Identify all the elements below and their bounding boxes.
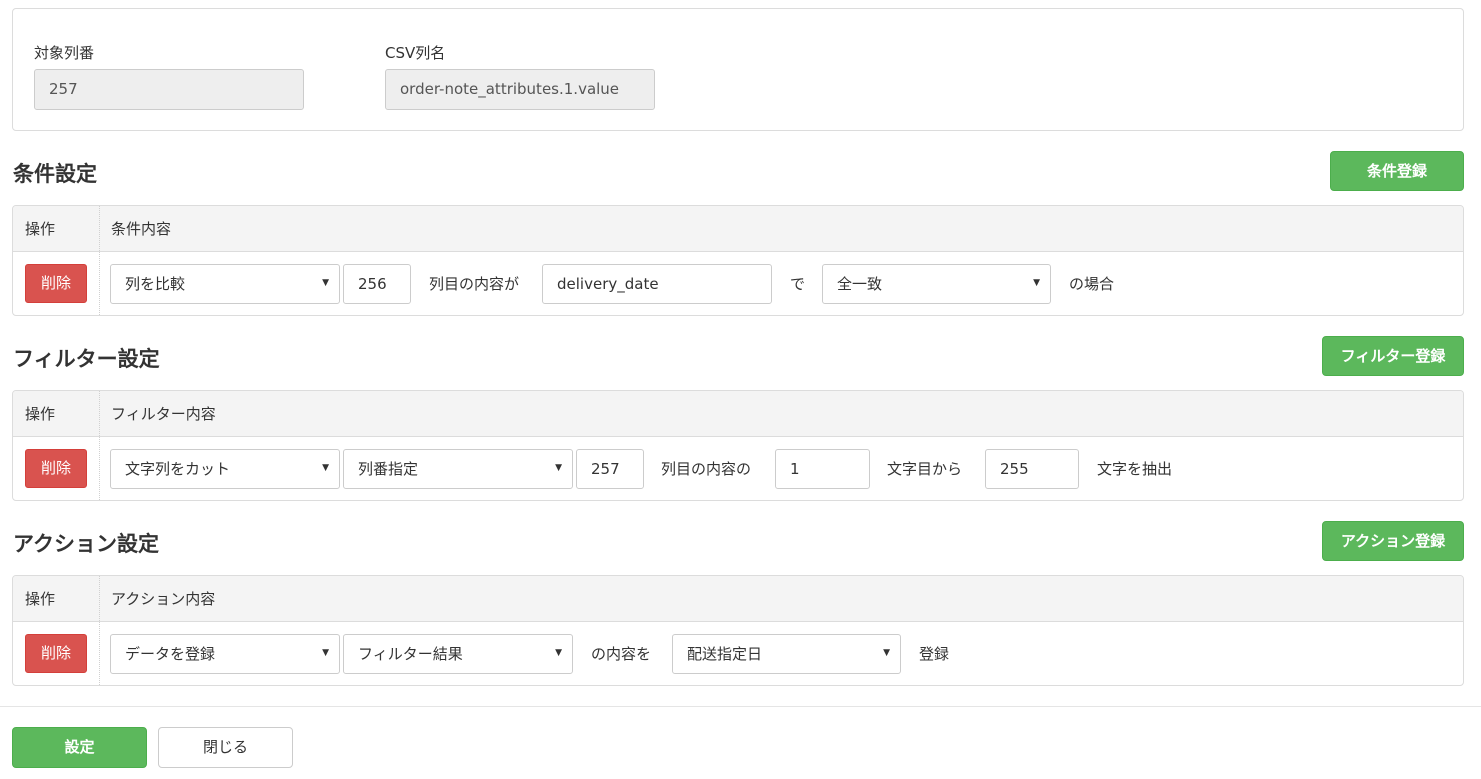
condition-value-input[interactable]: delivery_date [542, 264, 772, 304]
csv-column-label: CSV列名 [385, 44, 446, 62]
condition-text-de: で [790, 275, 806, 293]
header-operation: 操作 [25, 220, 56, 238]
column-divider [99, 206, 100, 315]
filter-type-value: 文字列をカット [125, 460, 231, 478]
filter-start-input[interactable]: 1 [775, 449, 870, 489]
action-type-select[interactable]: データを登録 ▼ [110, 634, 340, 674]
action-type-value: データを登録 [125, 645, 216, 663]
conditions-section-title: 条件設定 [13, 162, 97, 186]
action-source-select[interactable]: フィルター結果 ▼ [343, 634, 573, 674]
filter-type-select[interactable]: 文字列をカット ▼ [110, 449, 340, 489]
action-target-select[interactable]: 配送指定日 ▼ [672, 634, 901, 674]
conditions-table: 操作 条件内容 削除 列を比較 ▼ 256 列目の内容が delivery_da… [12, 205, 1464, 316]
condition-match-select[interactable]: 全一致 ▼ [822, 264, 1051, 304]
delete-condition-button[interactable]: 削除 [25, 264, 87, 303]
condition-text-column: 列目の内容が [429, 275, 520, 293]
filter-length-input[interactable]: 255 [985, 449, 1079, 489]
caret-down-icon: ▼ [883, 648, 890, 658]
filter-mode-value: 列番指定 [358, 460, 419, 478]
caret-down-icon: ▼ [322, 278, 329, 288]
register-condition-button[interactable]: 条件登録 [1330, 151, 1464, 191]
action-text-register: 登録 [919, 645, 950, 663]
header-condition-content: 条件内容 [111, 220, 172, 238]
header-action-content: アクション内容 [111, 590, 216, 608]
actions-table: 操作 アクション内容 削除 データを登録 ▼ フィルター結果 ▼ の内容を 配送… [12, 575, 1464, 686]
condition-match-value: 全一致 [837, 275, 883, 293]
caret-down-icon: ▼ [1033, 278, 1040, 288]
register-filter-button[interactable]: フィルター登録 [1322, 336, 1464, 376]
caret-down-icon: ▼ [555, 463, 562, 473]
register-action-button[interactable]: アクション登録 [1322, 521, 1464, 561]
actions-section-title: アクション設定 [13, 532, 159, 556]
condition-type-value: 列を比較 [125, 275, 186, 293]
filter-text-column: 列目の内容の [661, 460, 752, 478]
caret-down-icon: ▼ [555, 648, 562, 658]
actions-table-header: 操作 アクション内容 [13, 576, 1463, 622]
delete-action-button[interactable]: 削除 [25, 634, 87, 673]
condition-text-suffix: の場合 [1069, 275, 1115, 293]
filter-text-extract: 文字を抽出 [1097, 460, 1173, 478]
condition-type-select[interactable]: 列を比較 ▼ [110, 264, 340, 304]
column-divider [99, 576, 100, 685]
footer-divider [0, 706, 1481, 707]
condition-column-input[interactable]: 256 [343, 264, 411, 304]
delete-filter-button[interactable]: 削除 [25, 449, 87, 488]
action-text-content: の内容を [591, 645, 652, 663]
filters-table: 操作 フィルター内容 削除 文字列をカット ▼ 列番指定 ▼ 257 列目の内容… [12, 390, 1464, 501]
header-filter-content: フィルター内容 [111, 405, 216, 423]
conditions-table-header: 操作 条件内容 [13, 206, 1463, 252]
filters-section-title: フィルター設定 [13, 347, 160, 371]
column-number-label: 対象列番 [34, 44, 95, 62]
filter-mode-select[interactable]: 列番指定 ▼ [343, 449, 573, 489]
filter-column-input[interactable]: 257 [576, 449, 644, 489]
header-operation: 操作 [25, 590, 56, 608]
header-operation: 操作 [25, 405, 56, 423]
action-source-value: フィルター結果 [358, 645, 463, 663]
column-divider [99, 391, 100, 500]
submit-button[interactable]: 設定 [12, 727, 147, 768]
action-target-value: 配送指定日 [687, 645, 763, 663]
close-button[interactable]: 閉じる [158, 727, 293, 768]
target-info-panel: 対象列番 257 CSV列名 order-note_attributes.1.v… [12, 8, 1464, 131]
filter-text-from: 文字目から [887, 460, 963, 478]
caret-down-icon: ▼ [322, 648, 329, 658]
filters-table-header: 操作 フィルター内容 [13, 391, 1463, 437]
column-number-field: 257 [34, 69, 304, 110]
caret-down-icon: ▼ [322, 463, 329, 473]
csv-column-field: order-note_attributes.1.value [385, 69, 655, 110]
